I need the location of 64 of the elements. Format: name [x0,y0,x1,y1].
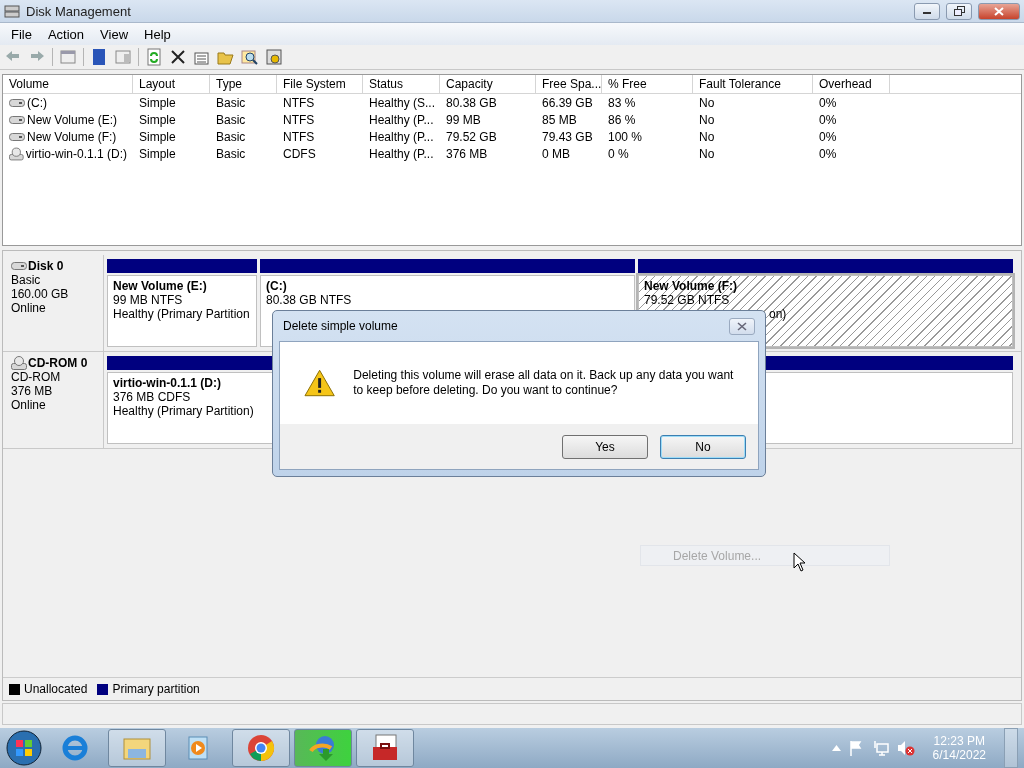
table-cell-text: 100 % [607,129,644,144]
disk-type: Basic [11,273,42,287]
legend-label: Primary partition [112,682,200,696]
table-cell-text: 376 MB [445,146,489,161]
partition-size: 99 MB NTFS [113,293,183,307]
table-cell-text: No [698,112,716,127]
table-cell-text: 80.38 GB [445,95,498,110]
disk-size: 160.00 GB [11,287,70,301]
table-cell-text: Simple [138,112,177,127]
table-cell-text: NTFS [282,129,316,144]
table-cell-text: 0% [818,95,838,110]
disk-name: Disk 0 [28,259,64,273]
table-cell-text: 0% [818,146,838,161]
dialog-title: Delete simple volume [283,319,398,333]
table-cell-text: 79.52 GB [445,129,498,144]
partition-name: New Volume (F:) [644,279,738,293]
table-cell-text: CDFS [282,146,317,161]
table-cell-text: No [698,95,716,110]
disk-status: Online [11,398,47,412]
legend-label: Unallocated [24,682,88,696]
table-cell-text: 66.39 GB [541,95,594,110]
partition-name: New Volume (E:) [113,279,207,293]
table-cell: (C:) [3,95,133,110]
table-cell-text: 85 MB [541,112,578,127]
table-cell-text: 79.43 GB [541,129,594,144]
table-cell: virtio-win-0.1.1 (D:) [3,146,133,161]
dialog-message: Deleting this volume will erase all data on it. Back up any data you want to keep before deleting. Do you want to continue? [353,368,734,398]
table-cell-text: 83 % [607,95,637,110]
table-cell-text: Simple [138,146,177,161]
disk-type: CD-ROM [11,370,62,384]
table-cell-text: Basic [215,112,247,127]
disk-name: CD-ROM 0 [28,356,88,370]
table-cell-text: 86 % [607,112,637,127]
table-cell-text: No [698,146,716,161]
table-cell-text: 0 MB [541,146,571,161]
partition-status: Healthy (Primary Partition [113,307,250,321]
table-cell: New Volume (E:) [3,112,133,127]
table-cell-text: Simple [138,95,177,110]
table-cell-text: 0% [818,112,838,127]
table-cell: New Volume (F:) [3,129,133,144]
partition-status: on) [769,307,787,321]
partition-size: 79.52 GB NTFS [644,293,730,307]
table-cell-text: Healthy (S... [368,95,437,110]
disk-status: Online [11,301,47,315]
table-cell-text: 0 % [607,146,630,161]
table-cell-text: NTFS [282,112,316,127]
table-cell-text: Basic [215,95,247,110]
table-cell-text: Healthy (P... [368,112,435,127]
window-title: Disk Management [26,3,132,19]
table-cell-text: 0% [818,129,838,144]
partition-status: Healthy (Primary Partition) [113,404,254,418]
table-cell-text: Basic [215,129,247,144]
partition-name: virtio-win-0.1.1 (D:) [113,376,221,390]
table-cell-text: 99 MB [445,112,482,127]
disk-size: 376 MB [11,384,54,398]
table-cell-text: Healthy (P... [368,129,435,144]
partition-size: 376 MB CDFS [113,390,191,404]
table-cell-text: Simple [138,129,177,144]
table-cell-text: Healthy (P... [368,146,435,161]
table-cell-text: NTFS [282,95,316,110]
partition-size: 80.38 GB NTFS [266,293,352,307]
partition-name: (C:) [266,279,287,293]
table-cell-text: Basic [215,146,247,161]
table-cell-text: No [698,129,716,144]
